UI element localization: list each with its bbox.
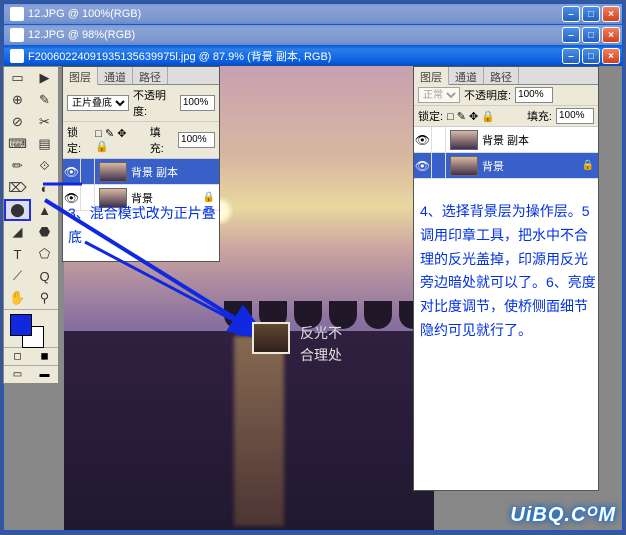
layer-name: 背景 副本 bbox=[482, 132, 598, 148]
title-1: 12.JPG @ 100%(RGB) bbox=[28, 8, 562, 20]
tool-2[interactable]: ⊕ bbox=[4, 89, 31, 111]
maximize-button[interactable]: □ bbox=[582, 6, 600, 22]
tab-channels[interactable]: 通道 bbox=[449, 67, 484, 84]
maximize-button[interactable]: □ bbox=[582, 48, 600, 64]
toolbox: ▭▶⊕✎⊘✂⌨▤✏⟐⌦◐⬤▲◢⬣T⬠⟋Q✋⚲ ◻ ◼ ▭ ▬ bbox=[3, 66, 59, 384]
tool-12[interactable]: ⬤ bbox=[4, 199, 31, 221]
doc-icon: ▦ bbox=[10, 7, 24, 21]
titlebar-2[interactable]: ▦ 12.JPG @ 98%(RGB) – □ × bbox=[4, 25, 622, 45]
tool-7[interactable]: ▤ bbox=[31, 133, 58, 155]
layer-item[interactable]: 👁 背景 副本 bbox=[414, 127, 598, 153]
lock-label: 锁定: bbox=[418, 108, 443, 124]
screen-mode-2-icon[interactable]: ▬ bbox=[31, 366, 58, 383]
tool-6[interactable]: ⌨ bbox=[4, 133, 31, 155]
tool-21[interactable]: ⚲ bbox=[31, 287, 58, 309]
close-button[interactable]: × bbox=[602, 6, 620, 22]
blend-mode-select[interactable]: 正常 bbox=[418, 87, 460, 103]
visibility-icon[interactable]: 👁 bbox=[63, 159, 81, 184]
tool-11[interactable]: ◐ bbox=[31, 177, 58, 199]
bridge-shape bbox=[64, 301, 434, 331]
layer-name: 背景 副本 bbox=[131, 164, 219, 180]
tool-9[interactable]: ⟐ bbox=[31, 155, 58, 177]
screen-mode-1-icon[interactable]: ▭ bbox=[4, 366, 31, 383]
tool-17[interactable]: ⬠ bbox=[31, 243, 58, 265]
tool-5[interactable]: ✂ bbox=[31, 111, 58, 133]
close-button[interactable]: × bbox=[602, 27, 620, 43]
fill-label: 填充: bbox=[527, 108, 552, 124]
lock-icon: 🔒 bbox=[582, 160, 594, 171]
doc-icon: ▦ bbox=[10, 49, 24, 63]
tool-1[interactable]: ▶ bbox=[31, 67, 58, 89]
tab-channels[interactable]: 通道 bbox=[98, 67, 133, 84]
tab-paths[interactable]: 路径 bbox=[484, 67, 519, 84]
visibility-icon[interactable]: 👁 bbox=[414, 127, 432, 152]
link-cell[interactable] bbox=[81, 159, 95, 184]
layer-thumbnail bbox=[450, 156, 478, 176]
foreground-color-swatch[interactable] bbox=[10, 314, 32, 336]
opacity-label: 不透明度: bbox=[464, 87, 511, 103]
minimize-button[interactable]: – bbox=[562, 48, 580, 64]
link-cell[interactable] bbox=[432, 127, 446, 152]
quickmask-mode-icon[interactable]: ◼ bbox=[31, 348, 58, 365]
tool-16[interactable]: T bbox=[4, 243, 31, 265]
tool-20[interactable]: ✋ bbox=[4, 287, 31, 309]
layer-name: 背景 bbox=[482, 158, 582, 174]
standard-mode-icon[interactable]: ◻ bbox=[4, 348, 31, 365]
layer-thumbnail bbox=[99, 162, 127, 182]
titlebar-3[interactable]: ▦ F20060224091935135639975l.jpg @ 87.9% … bbox=[4, 46, 622, 66]
layer-item[interactable]: 👁 背景🔒 bbox=[414, 153, 598, 179]
tool-13[interactable]: ▲ bbox=[31, 199, 58, 221]
opacity-input[interactable]: 100% bbox=[180, 95, 215, 111]
doc-icon: ▦ bbox=[10, 28, 24, 42]
color-swatches bbox=[4, 309, 58, 347]
tool-4[interactable]: ⊘ bbox=[4, 111, 31, 133]
layer-item[interactable]: 👁 背景 副本 bbox=[63, 159, 219, 185]
fill-label: 填充: bbox=[150, 124, 174, 156]
annotation-left: 3、混合模式改为正片叠底 bbox=[68, 202, 218, 250]
tool-18[interactable]: ⟋ bbox=[4, 265, 31, 287]
lock-icons[interactable]: □ ✎ ✥ 🔒 bbox=[95, 127, 141, 153]
tool-10[interactable]: ⌦ bbox=[4, 177, 31, 199]
opacity-input[interactable]: 100% bbox=[515, 87, 553, 103]
tool-3[interactable]: ✎ bbox=[31, 89, 58, 111]
tool-8[interactable]: ✏ bbox=[4, 155, 31, 177]
titlebar-1[interactable]: ▦ 12.JPG @ 100%(RGB) – □ × bbox=[4, 4, 622, 24]
tool-19[interactable]: Q bbox=[31, 265, 58, 287]
minimize-button[interactable]: – bbox=[562, 6, 580, 22]
maximize-button[interactable]: □ bbox=[582, 27, 600, 43]
panel-tabs: 图层 通道 路径 bbox=[414, 67, 598, 85]
panel-tabs: 图层 通道 路径 bbox=[63, 67, 219, 85]
watermark: UiBQ.CᴼM bbox=[510, 504, 616, 527]
tool-15[interactable]: ⬣ bbox=[31, 221, 58, 243]
opacity-label: 不透明度: bbox=[133, 87, 176, 119]
reflection-shape bbox=[234, 336, 284, 526]
link-cell[interactable] bbox=[432, 153, 446, 178]
blend-mode-select[interactable]: 正片叠底 bbox=[67, 95, 129, 111]
tab-paths[interactable]: 路径 bbox=[133, 67, 168, 84]
fill-input[interactable]: 100% bbox=[178, 132, 215, 148]
title-2: 12.JPG @ 98%(RGB) bbox=[28, 29, 562, 41]
title-3: F20060224091935135639975l.jpg @ 87.9% (背… bbox=[28, 48, 562, 64]
callout-label: 反光不 合理处 bbox=[300, 322, 342, 367]
tab-layers[interactable]: 图层 bbox=[63, 67, 98, 85]
annotation-right: 4、选择背景层为操作层。5 调用印章工具，把水中不合理的反光盖掉，印源用反光旁边… bbox=[420, 200, 598, 343]
layer-thumbnail bbox=[450, 130, 478, 150]
lock-icons[interactable]: □ ✎ ✥ 🔒 bbox=[447, 110, 495, 123]
tool-14[interactable]: ◢ bbox=[4, 221, 31, 243]
close-button[interactable]: × bbox=[602, 48, 620, 64]
lock-label: 锁定: bbox=[67, 124, 91, 156]
tool-0[interactable]: ▭ bbox=[4, 67, 31, 89]
fill-input[interactable]: 100% bbox=[556, 108, 594, 124]
callout-thumbnail bbox=[252, 322, 290, 354]
tab-layers[interactable]: 图层 bbox=[414, 67, 449, 85]
minimize-button[interactable]: – bbox=[562, 27, 580, 43]
visibility-icon[interactable]: 👁 bbox=[414, 153, 432, 178]
